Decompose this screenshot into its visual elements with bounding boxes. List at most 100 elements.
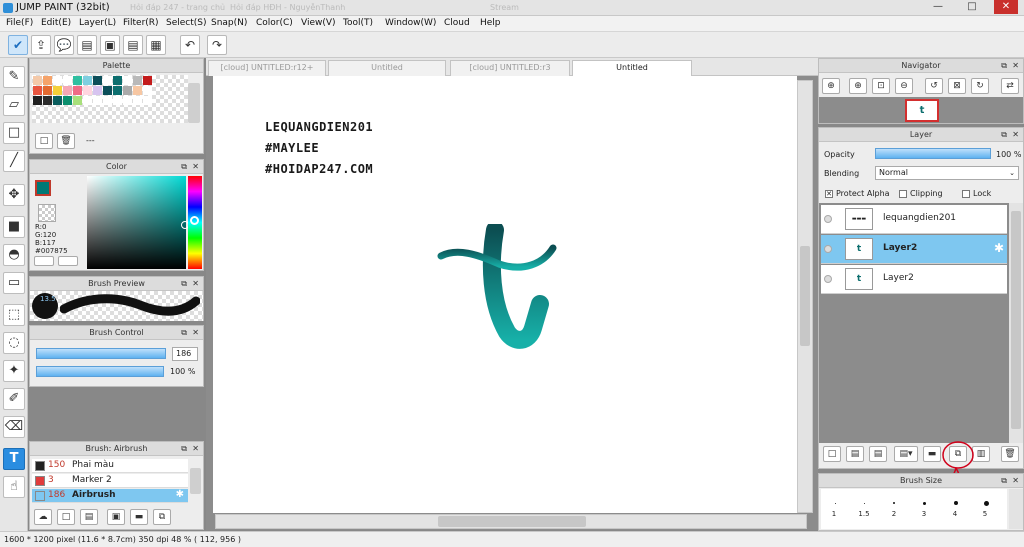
palette-swatch[interactable] — [63, 76, 72, 85]
zoom-out-icon[interactable]: ⊖ — [895, 78, 913, 94]
palette-add-icon[interactable]: □ — [35, 133, 53, 149]
menu-filter[interactable]: Filter(R) — [123, 18, 159, 28]
palette-swatch[interactable] — [63, 86, 72, 95]
layer-row-layer2[interactable]: t Layer2 — [821, 265, 1007, 294]
background-tab-3[interactable]: Stream — [490, 3, 519, 12]
new-text-layer-icon[interactable]: ▤ — [869, 446, 887, 462]
new-raster-layer-icon[interactable]: ▤ — [846, 446, 864, 462]
text-tool-icon[interactable]: T — [3, 448, 25, 470]
magic-wand-tool-icon[interactable]: ✦ — [3, 360, 25, 382]
palette-swatch[interactable] — [133, 76, 142, 85]
close-button[interactable]: ✕ — [994, 0, 1018, 14]
layer-close-icon[interactable]: ✕ — [1012, 129, 1019, 141]
palette-swatch[interactable] — [33, 76, 42, 85]
navigator-close-icon[interactable]: ✕ — [1012, 60, 1019, 72]
document-icon[interactable]: ▣ — [100, 35, 120, 55]
brush-copy-icon[interactable]: ▤ — [80, 509, 98, 525]
tab-cloud-untitled-r12[interactable]: [cloud] UNTITLED:r12+ — [208, 60, 326, 76]
palette-swatch[interactable] — [33, 86, 42, 95]
layer-visibility-icon[interactable] — [824, 245, 832, 253]
brush-size-float-icon[interactable]: ⧉ — [1001, 475, 1007, 487]
rotate-left-icon[interactable]: ↺ — [925, 78, 943, 94]
select-pen-tool-icon[interactable]: ✐ — [3, 388, 25, 410]
rotate-right-icon[interactable]: ↻ — [971, 78, 989, 94]
palette-swatch[interactable] — [53, 86, 62, 95]
palette-swatch[interactable] — [123, 96, 132, 105]
color-swap-button[interactable] — [34, 256, 54, 266]
palette-scrollbar[interactable] — [188, 83, 200, 123]
palette-swatch[interactable] — [113, 76, 122, 85]
bucket-tool-icon[interactable]: ◓ — [3, 244, 25, 266]
brush-opacity-slider[interactable] — [36, 366, 164, 377]
grid-icon[interactable]: ▦ — [146, 35, 166, 55]
palette-swatch[interactable] — [43, 96, 52, 105]
brush-list-scrollbar[interactable] — [190, 468, 201, 494]
brush-size-close-icon[interactable]: ✕ — [1012, 475, 1019, 487]
clipping-checkbox[interactable]: Clipping — [899, 189, 943, 198]
redo-icon[interactable]: ↷ — [207, 35, 227, 55]
eraser-tool-icon[interactable]: ▱ — [3, 94, 25, 116]
palette-swatch[interactable] — [133, 96, 142, 105]
brush-size-value[interactable]: 186 — [172, 347, 198, 361]
zoom-in-icon[interactable]: ⊕ — [849, 78, 867, 94]
select-eraser-tool-icon[interactable]: ⌫ — [3, 416, 25, 438]
lock-checkbox[interactable]: Lock — [962, 189, 991, 198]
layer-visibility-icon[interactable] — [824, 275, 832, 283]
brush-list-float-icon[interactable]: ⧉ — [181, 443, 187, 455]
palette-swatch[interactable] — [43, 86, 52, 95]
minimize-button[interactable]: — — [926, 0, 950, 14]
palette-swatch[interactable] — [53, 76, 62, 85]
brush-download-icon[interactable]: ☁ — [34, 509, 52, 525]
brush-list-close-icon[interactable]: ✕ — [192, 443, 199, 455]
menu-color[interactable]: Color(C) — [256, 18, 293, 28]
canvas-vertical-scroll-thumb[interactable] — [800, 246, 810, 346]
brush-item-marker-2[interactable]: 3 Marker 2 — [32, 474, 188, 488]
maximize-button[interactable]: □ — [960, 0, 984, 14]
tab-untitled-1[interactable]: Untitled — [328, 60, 446, 76]
palette-swatch[interactable] — [83, 86, 92, 95]
menu-tool[interactable]: Tool(T) — [343, 18, 373, 28]
tab-cloud-untitled-r3[interactable]: [cloud] UNTITLED:r3 — [450, 60, 570, 76]
color-close-icon[interactable]: ✕ — [192, 161, 199, 173]
layer-row-layer2-selected[interactable]: t Layer2 ✱ — [821, 235, 1007, 264]
menu-file[interactable]: File(F) — [6, 18, 33, 28]
rect-tool-icon[interactable]: □ — [3, 122, 25, 144]
flip-icon[interactable]: ⇄ — [1001, 78, 1019, 94]
menu-help[interactable]: Help — [480, 18, 501, 28]
brush-item-phai-mau[interactable]: 150 Phai màu — [32, 459, 188, 473]
palette-swatch[interactable] — [73, 76, 82, 85]
brush-control-float-icon[interactable]: ⧉ — [181, 327, 187, 339]
color-reset-button[interactable] — [58, 256, 78, 266]
check-icon[interactable]: ✔ — [8, 35, 28, 55]
delete-layer-icon[interactable]: 🗑 — [1001, 446, 1019, 462]
transparent-color-swatch[interactable] — [38, 204, 56, 222]
menu-cloud[interactable]: Cloud — [444, 18, 470, 28]
brush-size-slider[interactable] — [36, 348, 166, 359]
zoom-fit-icon[interactable]: ⊕ — [822, 78, 840, 94]
drawing-canvas[interactable]: LEQUANGDIEN201 #MAYLEE #HOIDAP247.COM — [213, 76, 797, 513]
menu-snap[interactable]: Snap(N) — [211, 18, 247, 28]
zoom-actual-icon[interactable]: ⊡ — [872, 78, 890, 94]
brush-preview-close-icon[interactable]: ✕ — [192, 278, 199, 290]
brush-settings-icon[interactable]: ▣ — [107, 509, 125, 525]
move-tool-icon[interactable]: ✥ — [3, 184, 25, 206]
palette-swatch-grid[interactable] — [32, 75, 188, 123]
brush-preview-float-icon[interactable]: ⧉ — [181, 278, 187, 290]
foreground-color-swatch[interactable] — [35, 180, 51, 196]
palette-swatch[interactable] — [93, 76, 102, 85]
brush-control-close-icon[interactable]: ✕ — [192, 327, 199, 339]
navigator-float-icon[interactable]: ⧉ — [1001, 60, 1007, 72]
fill-rect-tool-icon[interactable]: ■ — [3, 216, 25, 238]
navigator-thumbnail[interactable]: t — [905, 99, 939, 122]
palette-swatch[interactable] — [83, 76, 92, 85]
palette-swatch[interactable] — [53, 96, 62, 105]
brush-size-dot-4[interactable] — [954, 501, 958, 505]
hue-slider-handle[interactable] — [190, 216, 199, 225]
brush-size-scrollbar[interactable] — [1009, 489, 1023, 529]
brush-size-dot-3[interactable] — [923, 502, 926, 505]
palette-swatch[interactable] — [133, 86, 142, 95]
protect-alpha-checkbox[interactable]: ✕ Protect Alpha — [825, 189, 890, 198]
palette-swatch[interactable] — [103, 86, 112, 95]
fit-screen-icon[interactable]: ⊠ — [948, 78, 966, 94]
palette-swatch[interactable] — [113, 96, 122, 105]
